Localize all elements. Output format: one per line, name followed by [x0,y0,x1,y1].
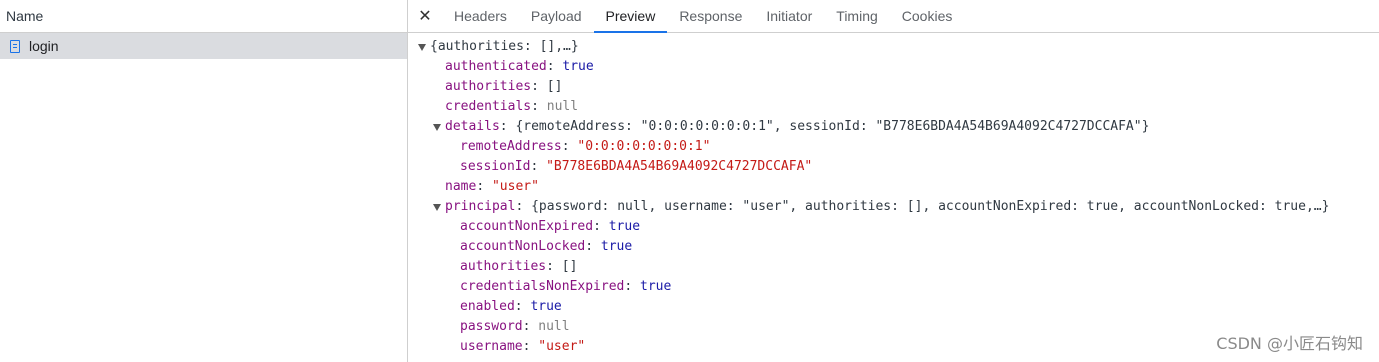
property-row: accountNonLocked: true [460,239,633,254]
property-row: name: "user" [445,179,539,194]
request-name: login [29,38,59,54]
property-row: accountNonExpired: true [460,219,641,234]
root-object-row[interactable]: {authorities: [],…} [408,37,1379,57]
name-column-header[interactable]: Name [0,0,407,33]
tab-cookies[interactable]: Cookies [890,0,965,32]
details-row[interactable]: details: {remoteAddress: "0:0:0:0:0:0:0:… [408,117,1379,137]
property-row: authenticated: true [445,59,594,74]
detail-tabbar: ✕ Headers Payload Preview Response Initi… [408,0,1379,33]
tab-timing[interactable]: Timing [824,0,890,32]
expand-triangle-icon[interactable] [433,124,441,131]
tab-payload[interactable]: Payload [519,0,594,32]
tab-response[interactable]: Response [667,0,754,32]
expand-triangle-icon[interactable] [433,204,441,211]
property-row: authorities: [] [445,79,563,94]
property-row: credentialsNonExpired: true [460,279,672,294]
expand-triangle-icon[interactable] [418,44,426,51]
tab-preview[interactable]: Preview [593,0,668,33]
property-row: remoteAddress: "0:0:0:0:0:0:0:1" [460,139,711,154]
tab-initiator[interactable]: Initiator [754,0,824,32]
request-row-login[interactable]: login [0,33,407,59]
principal-row[interactable]: principal: {password: null, username: "u… [408,197,1379,217]
property-row: enabled: true [460,299,562,314]
json-preview-tree: {authorities: [],…} authenticated: true … [408,33,1379,357]
tab-headers[interactable]: Headers [442,0,519,32]
document-icon [10,39,20,53]
detail-panel: ✕ Headers Payload Preview Response Initi… [408,0,1379,362]
request-list-panel: Name login [0,0,408,362]
property-row: sessionId: "B778E6BDA4A54B69A4092C4727DC… [460,159,813,174]
close-icon[interactable]: ✕ [408,0,442,32]
property-row: authorities: [] [460,259,578,274]
watermark: CSDN @小匠石钩知 [1216,334,1363,353]
root-summary: {authorities: [],…} [430,39,579,54]
name-column-label: Name [6,8,44,24]
property-row: credentials: null [445,99,579,114]
